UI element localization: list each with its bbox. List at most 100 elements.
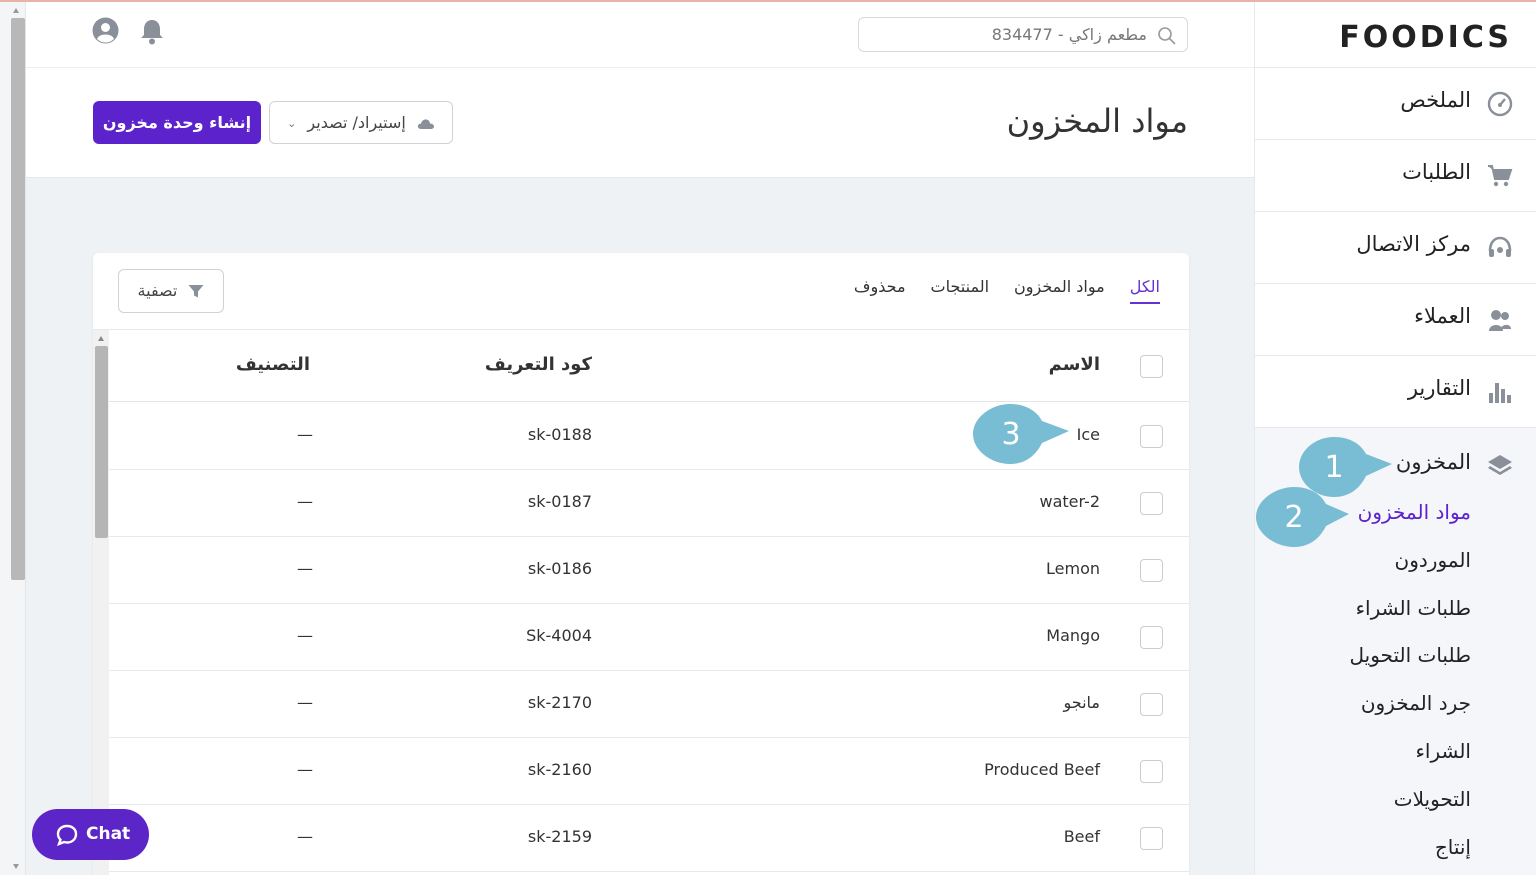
notification-bell-icon[interactable] bbox=[139, 17, 165, 45]
row-name[interactable]: water-2 bbox=[1039, 492, 1100, 511]
sidebar-item-dashboard[interactable]: الملخص bbox=[1255, 67, 1536, 139]
dashboard-icon bbox=[1487, 91, 1513, 117]
chat-label: Chat bbox=[86, 824, 131, 844]
customers-icon bbox=[1489, 310, 1511, 331]
table-row[interactable]: مانجو sk-2170 — bbox=[109, 671, 1189, 738]
row-category: — bbox=[297, 760, 313, 779]
table-row[interactable]: Lemon sk-0186 — bbox=[109, 537, 1189, 604]
sidebar-item-reports[interactable]: التقارير bbox=[1255, 355, 1536, 427]
page-header: مطعم زاكي - 834477 مواد المخزون إستيراد/… bbox=[26, 2, 1254, 178]
table-scroll-up-icon[interactable] bbox=[98, 336, 104, 341]
page-scrollbar-thumb[interactable] bbox=[11, 18, 25, 580]
table-row[interactable]: Beef sk-2159 — bbox=[109, 805, 1189, 872]
create-inventory-item-button[interactable]: إنشاء وحدة مخزون bbox=[93, 101, 261, 144]
row-sku: sk-0188 bbox=[527, 425, 592, 444]
sidebar-subitem-transfer-orders[interactable]: طلبات التحويل bbox=[1350, 643, 1472, 667]
column-header-category[interactable]: التصنيف bbox=[236, 354, 310, 375]
filter-funnel-icon bbox=[188, 285, 204, 298]
search-input-value: مطعم زاكي - 834477 bbox=[991, 25, 1147, 44]
row-category: — bbox=[297, 425, 313, 444]
row-name[interactable]: Lemon bbox=[1046, 559, 1100, 578]
row-category: — bbox=[297, 492, 313, 511]
sidebar-item-orders[interactable]: الطلبات bbox=[1255, 139, 1536, 211]
reports-icon bbox=[1489, 383, 1511, 403]
row-checkbox[interactable] bbox=[1140, 559, 1163, 582]
row-category: — bbox=[297, 559, 313, 578]
sidebar-subitem-inventory-count[interactable]: جرد المخزون bbox=[1361, 691, 1471, 715]
callout-number-2: 2 bbox=[1284, 500, 1303, 535]
callout-marker-3: 3 bbox=[973, 404, 1069, 464]
column-header-name[interactable]: الاسم bbox=[1049, 354, 1100, 375]
import-export-button[interactable]: إستيراد/ تصدير ⌄ bbox=[269, 101, 453, 144]
tab-deleted[interactable]: محذوف bbox=[854, 277, 906, 304]
page-title: مواد المخزون bbox=[1006, 102, 1188, 140]
sidebar-subitem-transfers[interactable]: التحويلات bbox=[1394, 787, 1471, 811]
chat-bubble-icon bbox=[56, 824, 78, 846]
row-category: — bbox=[297, 626, 313, 645]
tab-inventory-items[interactable]: مواد المخزون bbox=[1014, 277, 1105, 304]
row-checkbox[interactable] bbox=[1140, 760, 1163, 783]
row-sku: sk-2160 bbox=[527, 760, 592, 779]
row-checkbox[interactable] bbox=[1140, 693, 1163, 716]
sidebar-item-label: الطلبات bbox=[1402, 160, 1471, 184]
tab-products[interactable]: المنتجات bbox=[931, 277, 990, 304]
row-sku: Sk-4004 bbox=[526, 626, 592, 645]
row-category: — bbox=[297, 827, 313, 846]
row-category: — bbox=[297, 693, 313, 712]
callout-marker-2: 2 bbox=[1256, 487, 1349, 547]
scroll-up-arrow-icon[interactable] bbox=[13, 8, 19, 13]
filter-label: تصفية bbox=[137, 281, 178, 300]
row-sku: sk-2159 bbox=[527, 827, 592, 846]
layers-icon bbox=[1488, 455, 1512, 475]
sidebar-subitem-production[interactable]: إنتاج bbox=[1435, 835, 1471, 859]
row-sku: sk-2170 bbox=[527, 693, 592, 712]
select-all-checkbox[interactable] bbox=[1140, 355, 1163, 378]
row-sku: sk-0186 bbox=[527, 559, 592, 578]
sidebar-item-customers[interactable]: العملاء bbox=[1255, 283, 1536, 355]
search-icon bbox=[1158, 27, 1176, 45]
sidebar-subitem-inventory-items[interactable]: مواد المخزون bbox=[1358, 500, 1471, 524]
sidebar-item-label: مركز الاتصال bbox=[1356, 232, 1471, 256]
table-header: الاسم كود التعريف التصنيف bbox=[109, 330, 1189, 402]
tab-all[interactable]: الكل bbox=[1129, 277, 1160, 304]
table-row[interactable]: water-2 sk-0187 — bbox=[109, 470, 1189, 537]
inventory-table-card: الكل مواد المخزون المنتجات محذوف تصفية ا… bbox=[93, 253, 1189, 875]
foodics-logo[interactable]: FOODICS bbox=[1339, 20, 1512, 55]
row-name[interactable]: مانجو bbox=[1064, 693, 1101, 712]
branch-search-input[interactable]: مطعم زاكي - 834477 bbox=[858, 17, 1188, 52]
sidebar-item-call-center[interactable]: مركز الاتصال bbox=[1255, 211, 1536, 283]
sidebar-subitem-purchase-orders[interactable]: طلبات الشراء bbox=[1356, 596, 1471, 620]
sidebar-nav: FOODICS الملخص الطلبات مركز الاتصال العم… bbox=[1254, 2, 1536, 875]
sidebar-subitem-suppliers[interactable]: الموردون bbox=[1395, 548, 1471, 572]
row-name[interactable]: Mango bbox=[1046, 626, 1100, 645]
sidebar-item-label: الملخص bbox=[1400, 88, 1471, 112]
row-name[interactable]: Beef bbox=[1064, 827, 1100, 846]
row-checkbox[interactable] bbox=[1140, 425, 1163, 448]
user-account-icon[interactable] bbox=[92, 17, 119, 44]
row-checkbox[interactable] bbox=[1140, 626, 1163, 649]
row-checkbox[interactable] bbox=[1140, 492, 1163, 515]
sidebar-item-label: العملاء bbox=[1414, 304, 1471, 328]
cloud-icon bbox=[417, 118, 434, 129]
row-sku: sk-0187 bbox=[527, 492, 592, 511]
table-scrollbar[interactable] bbox=[93, 330, 109, 875]
sidebar-item-label: التقارير bbox=[1407, 376, 1471, 400]
row-checkbox[interactable] bbox=[1140, 827, 1163, 850]
table-row[interactable]: Mango Sk-4004 — bbox=[109, 604, 1189, 671]
scroll-down-arrow-icon[interactable] bbox=[13, 864, 19, 869]
row-name[interactable]: Produced Beef bbox=[984, 760, 1100, 779]
page-scrollbar[interactable] bbox=[0, 2, 26, 875]
callout-number-1: 1 bbox=[1324, 450, 1343, 485]
table-row[interactable]: Produced Beef sk-2160 — bbox=[109, 738, 1189, 805]
filter-tabs: الكل مواد المخزون المنتجات محذوف bbox=[854, 277, 1160, 304]
chevron-down-icon: ⌄ bbox=[287, 117, 297, 130]
sidebar-subitem-purchasing[interactable]: الشراء bbox=[1416, 739, 1472, 763]
filter-button[interactable]: تصفية bbox=[118, 269, 224, 313]
import-export-label: إستيراد/ تصدير bbox=[307, 113, 406, 132]
chat-widget-button[interactable]: Chat bbox=[32, 809, 149, 860]
headset-icon bbox=[1488, 236, 1512, 257]
row-name[interactable]: Ice bbox=[1077, 425, 1100, 444]
sidebar-item-inventory[interactable]: المخزون bbox=[1396, 450, 1471, 474]
column-header-sku[interactable]: كود التعريف bbox=[485, 354, 592, 375]
table-scrollbar-thumb[interactable] bbox=[95, 346, 108, 538]
